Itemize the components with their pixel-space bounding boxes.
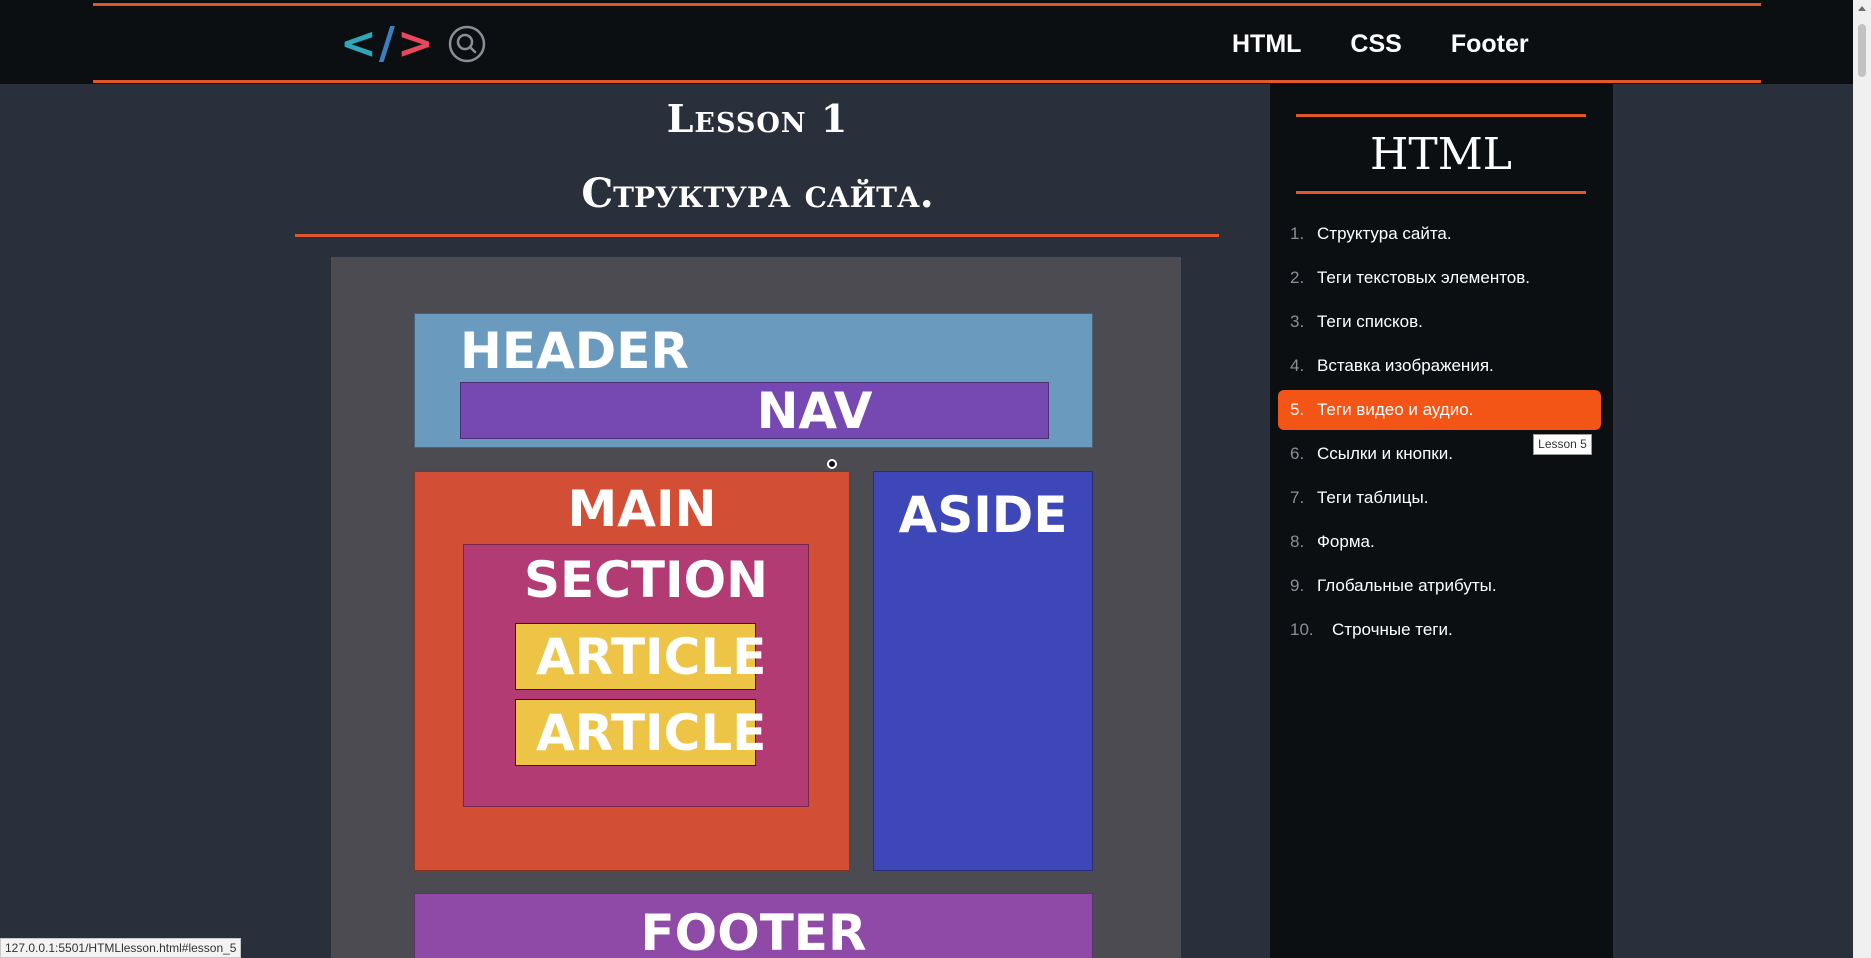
- lesson-number: 2.: [1290, 268, 1305, 287]
- lesson-number: 4.: [1290, 356, 1305, 375]
- scrollbar-thumb[interactable]: [1858, 24, 1866, 77]
- lesson-item-10[interactable]: 10. Строчные теги.: [1278, 610, 1601, 650]
- lesson-label: Глобальные атрибуты.: [1317, 576, 1497, 595]
- diagram-header-label: HEADER: [460, 322, 689, 380]
- structure-diagram-image: HEADER NAV MAIN SECTION ARTICLE ARTICLE …: [331, 257, 1181, 958]
- diagram-aside-block: ASIDE: [873, 471, 1093, 871]
- scroll-up-arrow-icon[interactable]: [1858, 6, 1866, 11]
- lesson-item-3[interactable]: 3. Теги списков.: [1278, 302, 1601, 342]
- diagram-article-label: ARTICLE: [536, 628, 767, 686]
- lesson-number: 1.: [1290, 224, 1305, 243]
- diagram-section-label: SECTION: [524, 551, 768, 609]
- lesson-item-1[interactable]: 1. Структура сайта.: [1278, 214, 1601, 254]
- lesson-item-2[interactable]: 2. Теги текстовых элементов.: [1278, 258, 1601, 298]
- logo-slash: /: [378, 18, 395, 69]
- lesson-number: 9.: [1290, 576, 1305, 595]
- diagram-article-label: ARTICLE: [536, 704, 767, 762]
- nav-link-css[interactable]: CSS: [1350, 28, 1401, 60]
- lesson-number: 10.: [1290, 620, 1314, 639]
- lesson-number: 6.: [1290, 444, 1305, 463]
- diagram-main-block: MAIN SECTION ARTICLE ARTICLE: [414, 471, 850, 871]
- header-top-rule: [93, 3, 1761, 6]
- lesson-title: Lesson 1: [666, 96, 849, 141]
- diagram-aside-label: ASIDE: [898, 486, 1068, 544]
- lesson-label: Строчные теги.: [1332, 620, 1453, 639]
- lesson-number: 8.: [1290, 532, 1305, 551]
- lesson-item-4[interactable]: 4. Вставка изображения.: [1278, 346, 1601, 386]
- diagram-article-block: ARTICLE: [515, 699, 767, 766]
- sidebar-title: HTML: [1370, 129, 1512, 180]
- diagram-header-block: HEADER NAV: [414, 313, 1093, 448]
- site-header: < / > HTML CSS Footer: [0, 0, 1853, 84]
- search-icon[interactable]: [447, 24, 487, 64]
- diagram-section-block: SECTION ARTICLE ARTICLE: [463, 544, 809, 807]
- lesson-number: 7.: [1290, 488, 1305, 507]
- lessons-sidebar: HTML 1. Структура сайта. 2. Теги текстовых…: [1270, 84, 1613, 958]
- title-divider: [295, 234, 1219, 237]
- page-scrollbar[interactable]: [1853, 0, 1871, 958]
- code-brackets-icon[interactable]: < / >: [340, 22, 434, 66]
- diagram-nav-label: NAV: [756, 382, 873, 440]
- lesson-item-7[interactable]: 7. Теги таблицы.: [1278, 478, 1601, 518]
- sidebar-top-rule: [1296, 114, 1586, 117]
- lesson-item-5-active[interactable]: 5. Теги видео и аудио.: [1278, 390, 1601, 430]
- diagram-article-block: ARTICLE: [515, 623, 767, 690]
- nav-link-footer[interactable]: Footer: [1451, 28, 1529, 60]
- lesson-label: Вставка изображения.: [1317, 356, 1494, 375]
- header-bottom-rule: [93, 80, 1761, 83]
- lesson-number: 3.: [1290, 312, 1305, 331]
- lesson-label: Форма.: [1317, 532, 1375, 551]
- lesson-label: Теги текстовых элементов.: [1317, 268, 1531, 287]
- lesson-item-9[interactable]: 9. Глобальные атрибуты.: [1278, 566, 1601, 606]
- lesson-tooltip: Lesson 5: [1533, 434, 1592, 455]
- lesson-subtitle: Структура сайта.: [581, 170, 934, 217]
- sidebar-bottom-rule: [1296, 191, 1586, 194]
- diagram-nav-block: NAV: [460, 382, 1049, 440]
- diagram-footer-block: FOOTER: [414, 893, 1093, 958]
- diagram-footer-label: FOOTER: [640, 904, 867, 958]
- lesson-label: Структура сайта.: [1317, 224, 1452, 243]
- top-nav: HTML CSS Footer: [1232, 28, 1529, 60]
- logo-right-bracket: >: [396, 18, 434, 69]
- lesson-item-8[interactable]: 8. Форма.: [1278, 522, 1601, 562]
- lesson-label: Теги видео и аудио.: [1317, 400, 1474, 419]
- mouse-cursor: [827, 459, 837, 469]
- lesson-label: Ссылки и кнопки.: [1317, 444, 1453, 463]
- lesson-number: 5.: [1290, 400, 1305, 419]
- browser-status-url: 127.0.0.1:5501/HTMLlesson.html#lesson_5: [0, 938, 242, 958]
- diagram-main-label: MAIN: [567, 480, 717, 538]
- nav-link-html[interactable]: HTML: [1232, 28, 1301, 60]
- logo-left-bracket: <: [340, 18, 377, 69]
- lesson-label: Теги таблицы.: [1317, 488, 1429, 507]
- lesson-label: Теги списков.: [1317, 312, 1423, 331]
